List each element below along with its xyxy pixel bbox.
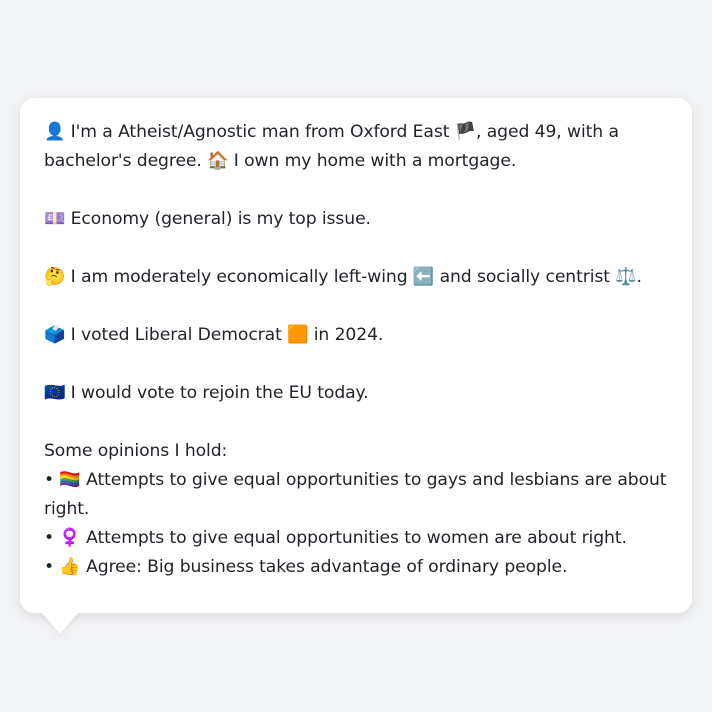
top-issue-paragraph: 💷 Economy (general) is my top issue.: [44, 205, 668, 234]
thumbs-up-icon: 👍: [59, 557, 81, 577]
bullet: •: [44, 557, 55, 577]
list-item: • ♀️ Attempts to give equal opportunitie…: [44, 524, 668, 553]
female-sign-icon: ♀️: [59, 528, 81, 548]
list-item: • 🏳️‍🌈 Attempts to give equal opportunit…: [44, 466, 668, 524]
list-item: • 👍 Agree: Big business takes advantage …: [44, 553, 668, 582]
left-arrow-icon: ⬅️: [412, 267, 435, 287]
ideology-paragraph: 🤔 I am moderately economically left-wing…: [44, 263, 668, 292]
opinions-heading: Some opinions I hold:: [44, 441, 228, 461]
money-icon: 💷: [44, 209, 66, 229]
ideology-text-3: .: [636, 267, 642, 287]
vote-text-2: in 2024.: [308, 325, 384, 345]
message-content: 👤 I'm a Atheist/Agnostic man from Oxford…: [44, 118, 668, 582]
opinions-list: • 🏳️‍🌈 Attempts to give equal opportunit…: [44, 466, 668, 582]
scales-icon: ⚖️: [615, 267, 637, 287]
bubble-tail: [41, 612, 79, 634]
thinking-face-icon: 🤔: [44, 267, 66, 287]
eu-text: I would vote to rejoin the EU today.: [65, 383, 369, 403]
eu-flag-icon: 🇪🇺: [44, 383, 66, 403]
top-issue-text: Economy (general) is my top issue.: [65, 209, 371, 229]
ideology-text-1: I am moderately economically left-wing: [65, 267, 413, 287]
opinion-text: Agree: Big business takes advantage of o…: [80, 557, 568, 577]
eu-paragraph: 🇪🇺 I would vote to rejoin the EU today.: [44, 379, 668, 408]
house-icon: 🏠: [207, 151, 229, 171]
bullet: •: [44, 470, 55, 490]
intro-text-3: I own my home with a mortgage.: [228, 151, 517, 171]
england-flag-icon: 🏴: [454, 122, 477, 142]
ballot-box-icon: 🗳️: [44, 325, 66, 345]
intro-paragraph: 👤 I'm a Atheist/Agnostic man from Oxford…: [44, 118, 668, 176]
orange-square-icon: 🟧: [287, 325, 309, 345]
opinion-text: Attempts to give equal opportunities to …: [80, 528, 627, 548]
intro-text-1: I'm a Atheist/Agnostic man from Oxford E…: [65, 122, 455, 142]
vote-paragraph: 🗳️ I voted Liberal Democrat 🟧 in 2024.: [44, 321, 668, 350]
vote-text-1: I voted Liberal Democrat: [65, 325, 288, 345]
chat-message-bubble: 👤 I'm a Atheist/Agnostic man from Oxford…: [20, 98, 692, 613]
ideology-text-2: and socially centrist: [434, 267, 616, 287]
rainbow-flag-icon: 🏳️‍🌈: [59, 470, 81, 490]
opinion-text: Attempts to give equal opportunities to …: [44, 470, 667, 519]
bullet: •: [44, 528, 55, 548]
person-icon: 👤: [44, 122, 66, 142]
